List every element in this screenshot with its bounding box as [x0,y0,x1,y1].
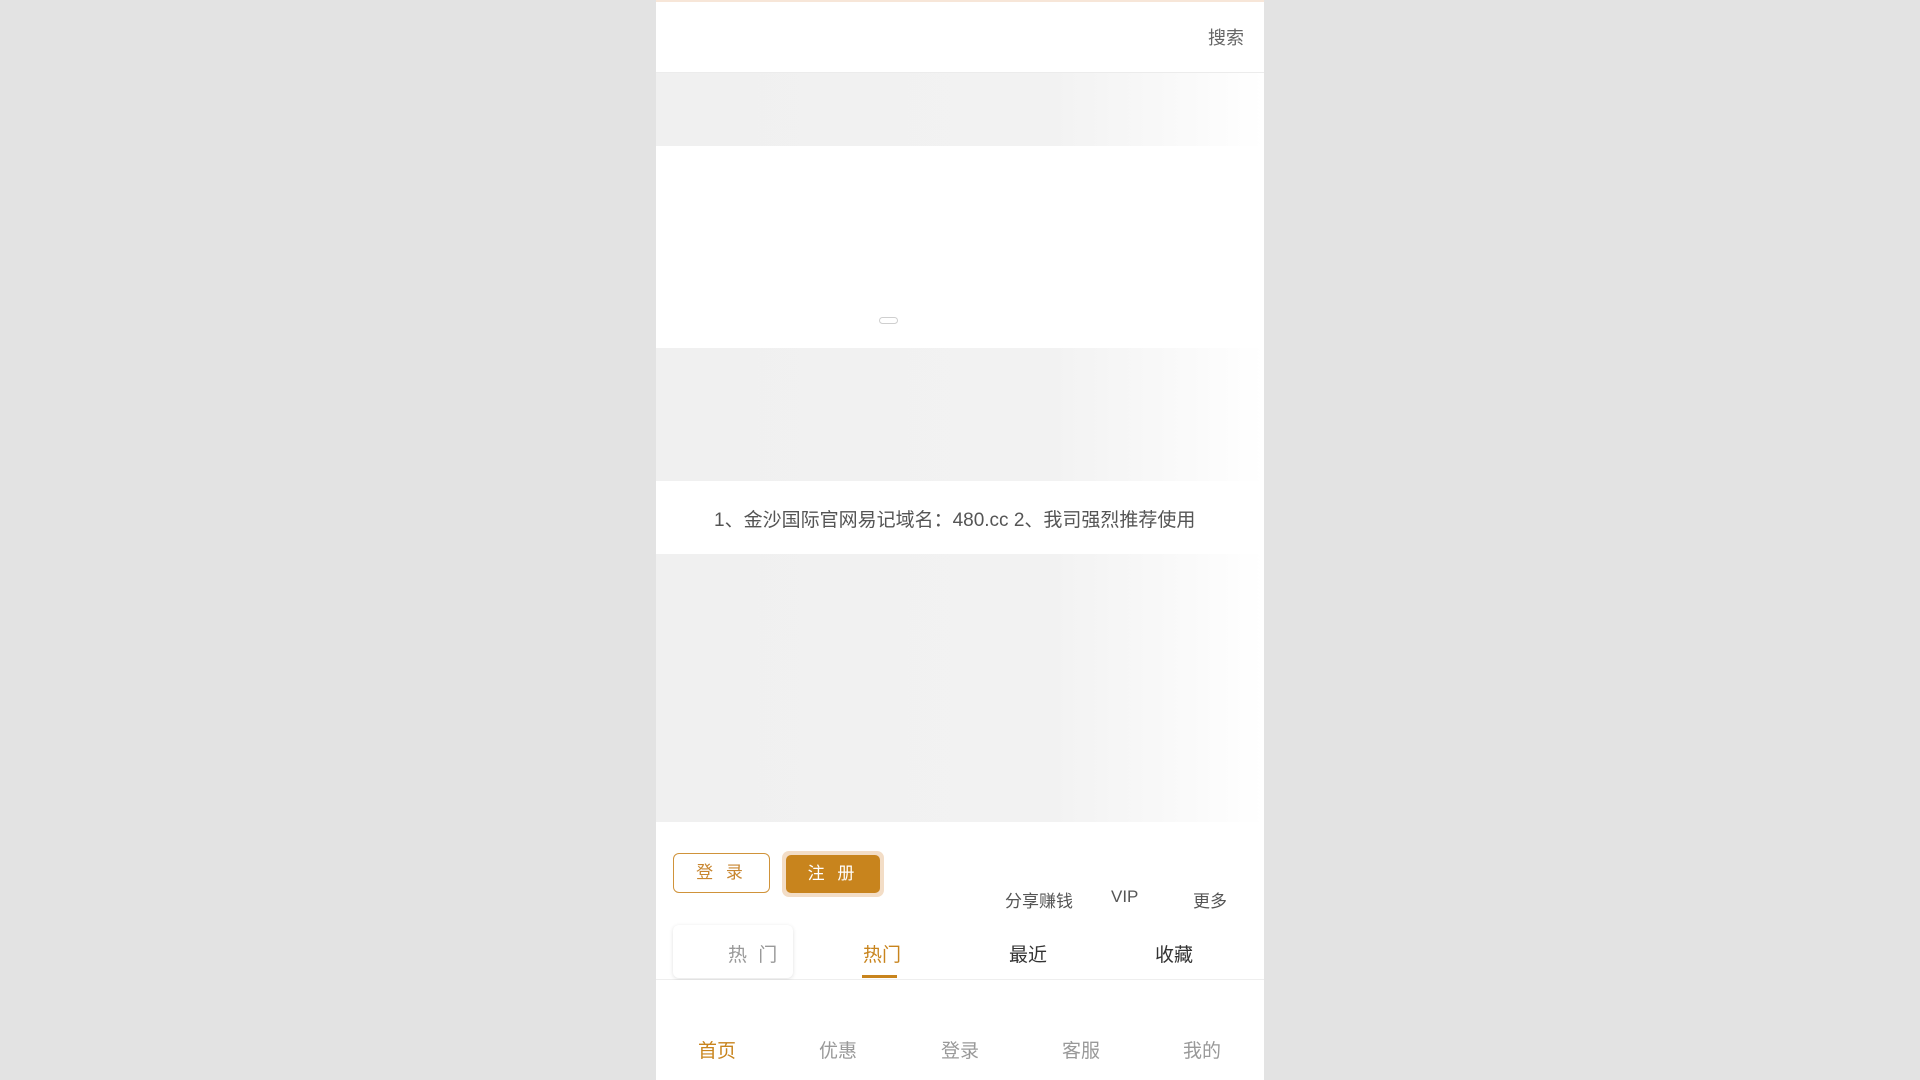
nav-promotions[interactable]: 优惠 [819,1036,857,1063]
mobile-viewport: 搜索 1、金沙国际官网易记域名：480.cc 2、我司强烈推荐使用 登 录 注 … [656,0,1264,1080]
tab-recent[interactable]: 最近 [1009,940,1047,967]
register-button-label: 注 册 [786,855,880,893]
floating-tab-hot[interactable]: 热 门 [673,925,793,978]
login-button[interactable]: 登 录 [673,853,770,893]
auth-section: 登 录 注 册 分享赚钱 VIP 更多 [656,822,1264,922]
nav-home[interactable]: 首页 [698,1036,736,1063]
notice-text: 1、金沙国际官网易记域名：480.cc 2、我司强烈推荐使用 [714,510,1196,531]
more-link[interactable]: 更多 [1193,887,1227,912]
banner-carousel[interactable] [656,146,1264,348]
active-tab-underline [862,975,897,978]
notice-marquee[interactable]: 1、金沙国际官网易记域名：480.cc 2、我司强烈推荐使用 [656,481,1264,554]
loading-placeholder-top [656,73,1264,146]
nav-profile[interactable]: 我的 [1183,1036,1221,1063]
bottom-navigation: 首页 优惠 登录 客服 我的 [656,980,1264,1080]
header-bar: 搜索 [656,2,1264,73]
loading-placeholder-middle [656,348,1264,481]
game-category-tabs: 热 门 热门 最近 收藏 [656,922,1264,980]
tab-favorites[interactable]: 收藏 [1155,940,1193,967]
share-earn-link[interactable]: 分享赚钱 [1005,887,1073,912]
nav-customer-service[interactable]: 客服 [1062,1036,1100,1063]
carousel-indicator[interactable] [879,317,898,324]
vip-link[interactable]: VIP [1111,887,1138,907]
nav-login[interactable]: 登录 [941,1036,979,1063]
floating-tab-label: 热 门 [728,945,781,966]
register-button[interactable]: 注 册 [782,851,884,897]
search-link[interactable]: 搜索 [1208,24,1244,50]
loading-placeholder-lower [656,554,1264,822]
tab-hot[interactable]: 热门 [863,940,901,967]
